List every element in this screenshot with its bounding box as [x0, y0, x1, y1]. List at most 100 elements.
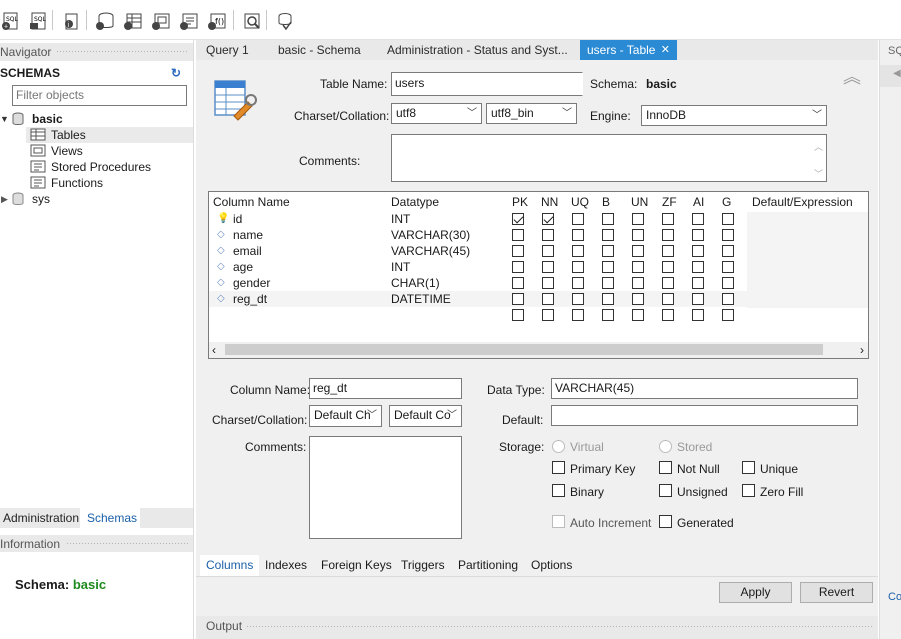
datatype-cell[interactable]: DATETIME: [391, 291, 451, 307]
nn-checkbox[interactable]: [542, 229, 554, 241]
pk-checkbox[interactable]: [512, 213, 524, 225]
un-checkbox[interactable]: [632, 213, 644, 225]
search-table-data-icon[interactable]: [241, 10, 262, 32]
col-header-datatype[interactable]: Datatype: [391, 195, 439, 209]
ai-checkbox[interactable]: [692, 277, 704, 289]
un-checkbox[interactable]: [632, 229, 644, 241]
tab-schemas[interactable]: Schemas: [80, 508, 140, 528]
zf-checkbox[interactable]: [662, 293, 674, 305]
uq-checkbox[interactable]: [572, 261, 584, 273]
ai-checkbox[interactable]: [692, 245, 704, 257]
close-tab-icon[interactable]: ✕: [661, 40, 670, 60]
nn-checkbox[interactable]: [542, 245, 554, 257]
uq-checkbox[interactable]: [572, 309, 584, 321]
create-function-icon[interactable]: f(): [206, 10, 227, 32]
table-comments-textarea[interactable]: ︿ ﹀: [391, 134, 827, 182]
col-header-b[interactable]: B: [602, 195, 610, 209]
table-row[interactable]: ◇ age INT: [209, 259, 868, 275]
table-name-input[interactable]: users: [391, 72, 583, 96]
charset-select[interactable]: utf8 ﹀: [391, 103, 482, 124]
column-name-cell[interactable]: id: [233, 211, 242, 227]
table-row[interactable]: ◇ reg_dt DATETIME: [209, 291, 868, 307]
g-checkbox[interactable]: [722, 277, 734, 289]
tree-item-tables[interactable]: Tables: [26, 127, 193, 143]
column-name-cell[interactable]: name: [233, 227, 263, 243]
ai-checkbox[interactable]: [692, 229, 704, 241]
zf-checkbox[interactable]: [662, 213, 674, 225]
nav-back-icon[interactable]: ◀: [893, 68, 901, 79]
col-header-zf[interactable]: ZF: [662, 195, 677, 209]
nn-checkbox[interactable]: [542, 277, 554, 289]
tab-query-1[interactable]: Query 1: [196, 40, 259, 60]
subtab-triggers[interactable]: Triggers: [395, 555, 451, 576]
column-charset-select[interactable]: Default Ch ﹀: [309, 405, 382, 427]
g-checkbox[interactable]: [722, 261, 734, 273]
data-type-input[interactable]: VARCHAR(45): [551, 378, 858, 399]
ai-checkbox[interactable]: [692, 293, 704, 305]
pk-checkbox[interactable]: [512, 277, 524, 289]
datatype-cell[interactable]: INT: [391, 259, 410, 275]
unique-checkbox[interactable]: [742, 461, 755, 474]
col-header-nn[interactable]: NN: [541, 195, 558, 209]
b-checkbox[interactable]: [602, 229, 614, 241]
g-checkbox[interactable]: [722, 245, 734, 257]
col-header-g[interactable]: G: [722, 195, 731, 209]
pk-checkbox[interactable]: [512, 293, 524, 305]
col-header-pk[interactable]: PK: [512, 195, 528, 209]
virtual-radio[interactable]: [552, 440, 565, 453]
grid-horizontal-scrollbar[interactable]: ‹ ›: [209, 342, 868, 358]
scroll-down-icon[interactable]: ﹀: [814, 169, 823, 179]
column-name-input[interactable]: reg_dt: [309, 378, 462, 399]
datatype-cell[interactable]: VARCHAR(45): [391, 243, 470, 259]
reconnect-icon[interactable]: [274, 10, 295, 32]
open-sql-script-icon[interactable]: SQL: [28, 10, 49, 32]
uq-checkbox[interactable]: [572, 213, 584, 225]
tab-administration-status[interactable]: Administration - Status and Syst...: [377, 40, 578, 60]
col-header-uq[interactable]: UQ: [571, 195, 589, 209]
zf-checkbox[interactable]: [662, 309, 674, 321]
filter-objects-input[interactable]: Filter objects: [12, 85, 187, 106]
uq-checkbox[interactable]: [572, 277, 584, 289]
table-row[interactable]: ◇ email VARCHAR(45): [209, 243, 868, 259]
g-checkbox[interactable]: [722, 293, 734, 305]
column-comments-textarea[interactable]: [309, 436, 462, 539]
zf-checkbox[interactable]: [662, 277, 674, 289]
context-help-tab[interactable]: Co: [888, 591, 901, 603]
zf-checkbox[interactable]: [662, 245, 674, 257]
g-checkbox[interactable]: [722, 213, 734, 225]
apply-button[interactable]: Apply: [719, 582, 792, 603]
column-name-cell[interactable]: email: [233, 243, 262, 259]
ai-checkbox[interactable]: [692, 261, 704, 273]
col-header-default[interactable]: Default/Expression: [752, 195, 853, 209]
revert-button[interactable]: Revert: [800, 582, 873, 603]
b-checkbox[interactable]: [602, 213, 614, 225]
datatype-cell[interactable]: INT: [391, 211, 410, 227]
b-checkbox[interactable]: [602, 261, 614, 273]
tab-users-table[interactable]: users - Table ✕: [580, 40, 677, 60]
un-checkbox[interactable]: [632, 261, 644, 273]
tab-administration[interactable]: Administration: [0, 508, 83, 528]
table-row[interactable]: ◇ name VARCHAR(30): [209, 227, 868, 243]
table-row-empty[interactable]: [209, 307, 868, 323]
uq-checkbox[interactable]: [572, 293, 584, 305]
subtab-options[interactable]: Options: [525, 555, 578, 576]
collapse-up-icon[interactable]: ︽: [843, 68, 861, 86]
nn-checkbox[interactable]: [542, 293, 554, 305]
b-checkbox[interactable]: [602, 277, 614, 289]
create-schema-icon[interactable]: [94, 10, 115, 32]
subtab-partitioning[interactable]: Partitioning: [452, 555, 524, 576]
nn-checkbox[interactable]: [542, 261, 554, 273]
binary-checkbox[interactable]: [552, 484, 565, 497]
nn-checkbox[interactable]: [542, 213, 554, 225]
column-name-cell[interactable]: age: [233, 259, 253, 275]
create-view-icon[interactable]: [150, 10, 171, 32]
default-input[interactable]: [551, 405, 858, 426]
engine-select[interactable]: InnoDB ﹀: [641, 105, 827, 126]
zf-checkbox[interactable]: [662, 229, 674, 241]
un-checkbox[interactable]: [632, 245, 644, 257]
uq-checkbox[interactable]: [572, 229, 584, 241]
datatype-cell[interactable]: VARCHAR(30): [391, 227, 470, 243]
b-checkbox[interactable]: [602, 245, 614, 257]
g-checkbox[interactable]: [722, 229, 734, 241]
ai-checkbox[interactable]: [692, 213, 704, 225]
